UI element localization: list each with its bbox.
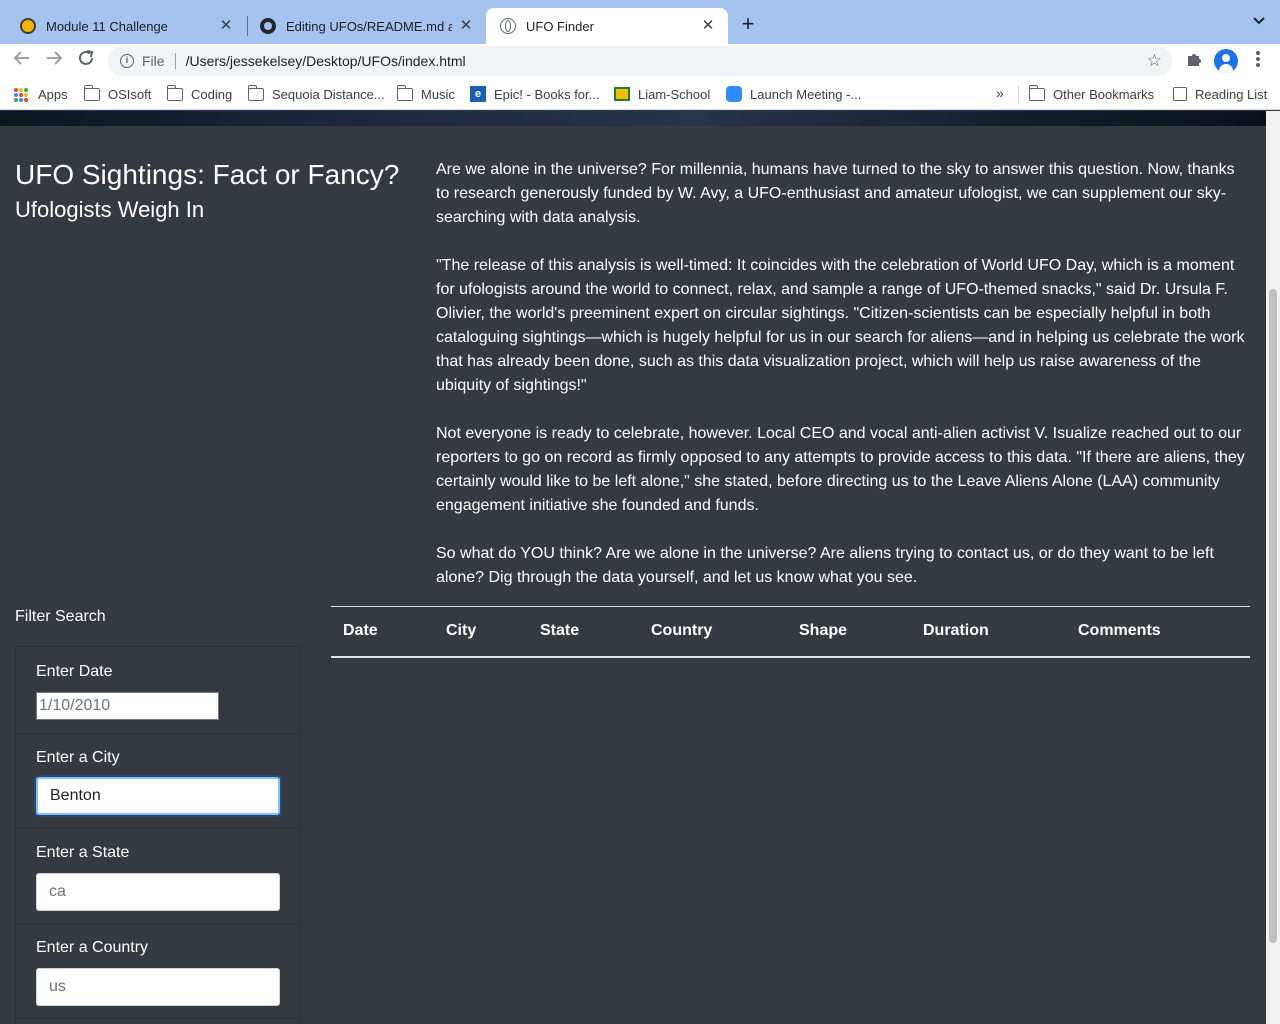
address-bar[interactable]: i File /Users/jessekelsey/Desktop/UFOs/i… [108,46,1172,76]
article-paragraph: Not everyone is ready to celebrate, howe… [436,425,1245,514]
other-bookmarks-label: Other Bookmarks [1053,86,1155,102]
bookmark-label: Epic! - Books for... [494,86,600,102]
article-body: Are we alone in the universe? For millen… [436,158,1252,614]
url-text[interactable]: /Users/jessekelsey/Desktop/UFOs/index.ht… [186,53,466,69]
bookmark-other[interactable]: Other Bookmarks [1028,84,1155,102]
city-input[interactable] [36,777,280,815]
filter-date-group: Enter Date [16,647,300,734]
bookmark-epic[interactable]: e Epic! - Books for... [470,86,600,102]
tab-title: Editing UFOs/README.md at m [286,18,452,34]
column-header-duration: Duration [911,606,1066,658]
article-paragraph: Are we alone in the universe? For millen… [436,161,1235,226]
bookmarks-overflow-icon[interactable]: » [996,85,1004,101]
bookmark-sequoia[interactable]: Sequoia Distance... [247,84,385,102]
article-paragraph: "The release of this analysis is well-ti… [436,257,1245,394]
epic-icon: e [470,86,486,102]
module-favicon [20,18,36,34]
bookmark-star-icon[interactable]: ☆ [1147,51,1162,71]
reading-list[interactable]: Reading List [1173,86,1267,102]
page-subtitle: Ufologists Weigh In [15,197,205,222]
browser-toolbar: i File /Users/jessekelsey/Desktop/UFOs/i… [0,44,1280,78]
close-tab-icon[interactable]: ✕ [458,18,474,34]
tab-title: UFO Finder [526,18,594,34]
bookmark-label: Apps [38,86,68,102]
state-label: Enter a State [36,844,130,861]
folder-icon [247,84,264,101]
folder-icon [1028,84,1045,101]
folder-icon [166,84,183,101]
zoom-icon [726,86,742,102]
globe-icon [500,18,516,34]
filter-search-heading: Filter Search [15,608,106,625]
city-label: Enter a City [36,749,120,766]
new-tab-icon[interactable]: + [737,13,759,35]
tab-module-11[interactable]: Module 11 Challenge ✕ [6,8,246,44]
bookmark-label: Coding [191,86,233,102]
bookmark-label: Liam-School [638,86,711,102]
github-icon [260,18,276,34]
country-input[interactable] [36,968,280,1006]
bookmarks-bar: Apps OSIsoft Coding Sequoia Distance... … [0,78,1280,110]
extensions-puzzle-icon[interactable] [1183,50,1205,72]
tab-editing-readme[interactable]: Editing UFOs/README.md at m ✕ [246,8,486,44]
bookmark-music[interactable]: Music [396,84,455,102]
tab-title: Module 11 Challenge [46,18,168,34]
page-scrollbar[interactable] [1266,111,1280,1024]
close-tab-icon[interactable]: ✕ [218,18,234,34]
info-icon[interactable]: i [120,54,134,68]
bookmark-launch-meeting[interactable]: Launch Meeting -... [726,86,861,102]
bookmark-label: Music [421,86,455,102]
bookmark-osisoft[interactable]: OSIsoft [83,84,152,102]
bookmark-label: Launch Meeting -... [750,86,862,102]
url-scheme: File [142,53,165,69]
bookmark-liam-school[interactable]: Liam-School [614,86,710,102]
apps-grid-icon [14,87,30,102]
forward-arrow-icon[interactable] [42,49,66,73]
bookmarks-divider [1018,86,1019,103]
date-input[interactable] [36,692,219,720]
column-header-comments: Comments [1066,606,1250,658]
table-header-row: Date City State Country Shape Duration C… [331,606,1250,658]
menu-kebab-icon[interactable] [1247,50,1269,72]
ufo-table: Date City State Country Shape Duration C… [331,606,1250,658]
tab-strip: Module 11 Challenge ✕ Editing UFOs/READM… [0,0,1280,44]
hero-banner-image [0,111,1266,126]
url-divider [174,53,176,69]
filter-city-group: Enter a City [16,734,300,829]
date-label: Enter Date [36,663,113,680]
filter-panel: Enter Date Enter a City Enter a State En… [15,646,301,1024]
page-title: UFO Sightings: Fact or Fancy? [15,159,400,190]
reading-list-label: Reading List [1195,86,1268,102]
column-header-city: City [434,606,528,658]
folder-icon [396,84,413,101]
column-header-country: Country [639,606,787,658]
classroom-icon [614,87,630,101]
filter-country-group: Enter a Country [16,924,300,1019]
bookmark-coding[interactable]: Coding [166,84,233,102]
column-header-shape: Shape [787,606,911,658]
bookmark-label: Sequoia Distance... [272,86,385,102]
page-content: UFO Sightings: Fact or Fancy? Ufologists… [0,111,1266,1024]
bookmark-apps[interactable]: Apps [14,86,68,102]
state-input[interactable] [36,873,280,911]
tab-search-chevron-icon[interactable] [1252,15,1266,29]
close-tab-icon[interactable]: ✕ [700,18,716,34]
profile-avatar-icon[interactable] [1214,49,1238,73]
bookmark-label: OSIsoft [108,86,152,102]
article-paragraph: So what do YOU think? Are we alone in th… [436,545,1214,586]
back-arrow-icon[interactable] [10,49,34,73]
reload-icon[interactable] [74,49,98,73]
column-header-date: Date [331,606,434,658]
scrollbar-thumb[interactable] [1269,289,1277,943]
column-header-state: State [528,606,639,658]
tab-ufo-finder[interactable]: UFO Finder ✕ [486,8,728,44]
country-label: Enter a Country [36,939,149,956]
folder-icon [83,84,100,101]
reading-list-icon [1173,87,1187,101]
filter-state-group: Enter a State [16,829,300,924]
